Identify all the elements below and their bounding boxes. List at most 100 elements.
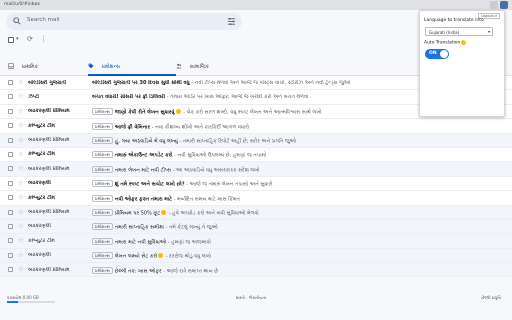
email-row[interactable]: ☆ વ્યાકરણલી પ્રીમિયમ પ્રમોશન્સ હું, ગયા અઠવ… [0, 133, 512, 148]
help-icon[interactable]: ? [461, 40, 467, 45]
email-sender: વ્યાકરણલી પ્રીમિયમ [28, 266, 70, 273]
row-checkbox[interactable] [8, 123, 13, 129]
email-sender: કમ્પ્યુટર ટીમ [28, 194, 55, 201]
tab-social[interactable]: સામાજિક [176, 59, 266, 76]
extension-icon[interactable] [490, 1, 498, 9]
email-subject: હું, ગયા અઠવાડિયે મેં વધુ લખ્યું [114, 138, 178, 145]
row-checkbox[interactable] [8, 223, 13, 229]
email-content: પ્રમોશન્સ નવી ઓફર ફક્ત તમારા માટે - મર્યા… [92, 194, 490, 202]
star-icon[interactable]: ☆ [18, 164, 24, 172]
email-snippet: - નવી ટીપ્સ મેળવો અને આજે જ પોસ્ટ્સ વાંચ… [189, 79, 351, 86]
translate-extension-icon[interactable] [500, 1, 508, 9]
star-icon[interactable]: ☆ [18, 193, 24, 201]
star-icon[interactable]: ☆ [18, 92, 24, 100]
star-icon[interactable]: ☆ [18, 121, 24, 129]
row-checkbox[interactable] [8, 137, 13, 143]
footer-links[interactable]: શરતો · ગોપનીયતા [236, 295, 266, 300]
more-options-icon[interactable]: ⋮ [40, 35, 47, 43]
tag-icon [88, 63, 94, 69]
select-dropdown-icon[interactable]: ▾ [16, 36, 19, 42]
row-checkbox[interactable] [8, 209, 13, 215]
storage-bar [7, 301, 55, 303]
email-subject: આજે ફ્રી વેબિનાર [114, 124, 151, 131]
email-content: પ્રમોશન્સ આજે ફ્રી વેબિનાર - નવા કૌશલ્ય શ… [92, 122, 490, 131]
email-content: પ્રમોશન્સ પ્રીમિયમ પર 50% છૂટ - હવે અપગ્ર… [92, 209, 490, 217]
email-sender: કમ્પ્યુટર ટીમ [28, 151, 55, 158]
row-checkbox[interactable] [8, 195, 13, 201]
category-badge: પ્રમોશન્સ [92, 180, 113, 188]
row-checkbox[interactable] [8, 80, 13, 85]
email-sender: બોલ્ડીસ્કી ગુજરાતી [28, 79, 67, 86]
email-row[interactable]: ☆ વ્યાકરણલી પ્રમોશન્સ લેખન લક્ષ્યો સેટ કરો … [0, 248, 512, 264]
tab-primary[interactable]: પ્રાથમિક [8, 59, 88, 76]
email-subject: બોલ્ડીસ્કી ગુજરાતી પર 30 દિવસ સુધી સૌથી … [92, 79, 190, 86]
row-checkbox[interactable] [8, 180, 13, 186]
email-row[interactable]: ☆ કમ્પ્યુટર ટીમ પ્રમોશન્સ નવી ઓફર ફક્ત તમાર… [0, 191, 512, 206]
emoji-icon [161, 210, 167, 216]
toggle-label: ON [429, 51, 437, 56]
row-checkbox[interactable] [8, 94, 13, 100]
email-row[interactable]: ☆ વ્યાકરણલી પ્રીમિયમ પ્રમોશન્સ છેલ્લી તક: ખ… [0, 263, 512, 278]
star-icon[interactable]: ☆ [18, 222, 24, 230]
email-content: પ્રમોશન્સ તમારું એકાઉન્ટ અપડેટ કરો - નવી … [92, 151, 490, 159]
email-snippet: - આજે રાત્રે સમાપ્ત થાય છે [161, 268, 219, 275]
email-row[interactable]: ☆ કમ્પ્યુટર ટીમ પ્રમોશન્સ તમારું એકાઉન્ટ અપ… [0, 147, 512, 163]
category-badge: પ્રમોશન્સ [92, 237, 113, 245]
row-checkbox[interactable] [8, 238, 13, 244]
search-bar[interactable]: Search mail [6, 13, 242, 30]
star-icon[interactable]: ☆ [18, 107, 24, 115]
email-sender: વ્યાકરણલી [28, 252, 51, 259]
email-snippet: - ચેક કરો સરળ શબ્દો, વધુ સ્પષ્ટ લેખન અને… [181, 109, 322, 116]
star-icon[interactable]: ☆ [18, 136, 24, 144]
email-subject: તમારી સાપ્તાહિક સમીક્ષા [114, 224, 164, 231]
category-badge: પ્રમોશન્સ [92, 122, 113, 130]
filter-options-icon[interactable] [227, 17, 236, 26]
star-icon[interactable]: ☆ [18, 251, 24, 259]
email-subject: તમારા માટે નવી સુવિધાઓ [114, 239, 167, 246]
email-row[interactable]: ☆ વ્યાકરણલી પ્રીમિયમ પ્રમોશન્સ પ્રીમિયમ પર … [0, 205, 512, 220]
email-sender: ઝેપ્ટો [28, 93, 40, 100]
email-content: પ્રમોશન્સ લેખન લક્ષ્યો સેટ કરો - દરરોજ થો… [92, 252, 490, 260]
tab-promotions[interactable]: પ્રમોશન્સ [88, 59, 176, 76]
last-activity[interactable]: છેલ્લી પ્રવૃત્તિ [481, 295, 501, 300]
email-content: પ્રમોશન્સ તમારા લેખન માટે નવી ટીપ્સ - આ અ… [92, 165, 490, 173]
language-select[interactable]: Gujarati (India) ▾ [425, 27, 493, 36]
email-subject: પ્રીમિયમ પર 50% છૂટ [114, 210, 161, 217]
search-input[interactable]: Search mail [27, 17, 59, 23]
star-icon[interactable]: ☆ [18, 150, 24, 158]
email-content: પ્રમોશન્સ છેલ્લી તક: ખાસ ઓફર - આજે રાત્રે… [92, 266, 490, 275]
row-checkbox[interactable] [8, 151, 13, 157]
email-row[interactable]: ☆ કમ્પ્યુટર ટીમ પ્રમોશન્સ આજે ફ્રી વેબિનાર … [0, 119, 512, 134]
url-text: mail/u/0/#inbox [4, 2, 40, 7]
star-icon[interactable]: ☆ [18, 236, 24, 244]
row-checkbox[interactable] [8, 166, 13, 172]
refresh-icon[interactable]: ⟳ [27, 35, 33, 43]
email-subject: તમારું એકાઉન્ટ અપડેટ કરો [114, 152, 173, 159]
star-icon[interactable]: ☆ [18, 179, 24, 187]
email-sender: કમ્પ્યુટર ટીમ [28, 122, 55, 129]
email-row[interactable]: ☆ વ્યાકરણલી પ્રીમિયમ પ્રમોશન્સ તમારા લેખન મ… [0, 162, 512, 177]
row-checkbox[interactable] [8, 252, 13, 258]
select-all-checkbox[interactable] [8, 37, 14, 43]
email-row[interactable]: ☆ કમ્પ્યુટર ટીમ પ્રમોશન્સ તમારા માટે નવી સુ… [0, 234, 512, 249]
email-snippet: - તમારી સાપ્તાહિક રિપોર્ટ અહીં છે; સ્કોર… [177, 138, 296, 145]
email-subject: લેખન લક્ષ્યો સેટ કરો [114, 253, 158, 260]
row-checkbox[interactable] [8, 108, 13, 114]
auto-translation-toggle[interactable]: ON [425, 49, 449, 59]
translate-popup: Logoshut Language to translate into Guja… [419, 10, 505, 117]
category-badge: પ્રમોશન્સ [92, 266, 113, 274]
popup-title: Language to translate into [424, 18, 484, 23]
email-subject: જાણો કેવી રીતે લેખન સુધારવું [114, 109, 175, 116]
people-icon [176, 63, 182, 69]
star-icon[interactable]: ☆ [18, 78, 24, 86]
emoji-icon [158, 253, 164, 259]
email-subject: બચત વધારો! ગ્રોસરી પર ફ્રી ડિલિવરી [92, 93, 166, 100]
browser-url-bar[interactable]: mail/u/0/#inbox [0, 0, 512, 10]
star-icon[interactable]: ☆ [18, 208, 24, 216]
star-icon[interactable]: ☆ [18, 265, 24, 273]
email-row[interactable]: ☆ વ્યાકરણલી પ્રમોશન્સ શું તમે સ્પષ્ટ અને સચ… [0, 176, 512, 192]
email-row[interactable]: ☆ વ્યાકરણલી પ્રમોશન્સ તમારી સાપ્તાહિક સમીક્… [0, 219, 512, 235]
email-content: પ્રમોશન્સ તમારા માટે નવી સુવિધાઓ - હમણાં … [92, 237, 490, 246]
row-checkbox[interactable] [8, 267, 13, 273]
inbox-icon [8, 63, 14, 69]
